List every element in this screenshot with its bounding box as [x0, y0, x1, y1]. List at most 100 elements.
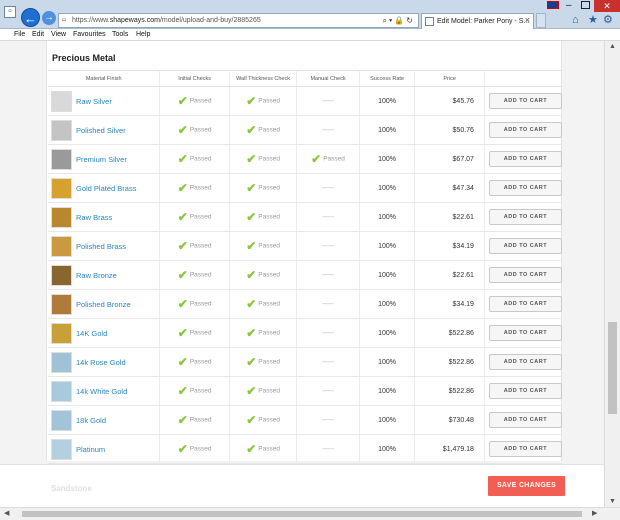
- add-to-cart-button[interactable]: ADD TO CART: [488, 267, 562, 283]
- favorites-star-icon[interactable]: ★: [588, 13, 598, 26]
- add-to-cart-button[interactable]: ADD TO CART: [488, 383, 562, 399]
- initial-check-status: Passed: [189, 184, 212, 192]
- home-icon[interactable]: ⌂: [572, 14, 579, 26]
- manual-check-status: -----: [322, 387, 334, 395]
- action-cell: ADD TO CART: [484, 202, 562, 232]
- material-name-link[interactable]: Raw Bronze: [76, 271, 117, 280]
- table-row: Polished Brass ✔ Passed ✔ Passed ----- 100…: [48, 231, 562, 261]
- material-cell: 14k Rose Gold: [48, 347, 161, 377]
- material-name-link[interactable]: 14k White Gold: [76, 387, 127, 396]
- scroll-right-arrow-icon[interactable]: ▶: [592, 509, 597, 517]
- vertical-scroll-thumb[interactable]: [608, 322, 617, 414]
- material-thumbnail[interactable]: [51, 206, 72, 228]
- menu-help[interactable]: Help: [136, 29, 150, 41]
- material-name-link[interactable]: Raw Silver: [76, 97, 112, 106]
- browser-tab[interactable]: Edit Model: Parker Pony - S... ×: [421, 13, 534, 29]
- material-name-link[interactable]: Polished Bronze: [76, 300, 131, 309]
- minimize-icon[interactable]: –: [566, 0, 572, 11]
- lock-icon[interactable]: 🔒: [394, 16, 406, 25]
- material-thumbnail[interactable]: [51, 351, 72, 373]
- add-to-cart-button[interactable]: ADD TO CART: [488, 441, 562, 457]
- add-to-cart-button[interactable]: ADD TO CART: [488, 122, 562, 138]
- manual-check-cell: -----: [296, 173, 360, 203]
- section-title: Precious Metal: [52, 53, 116, 63]
- new-tab-button[interactable]: [536, 13, 546, 28]
- menu-file[interactable]: File: [14, 29, 25, 41]
- wall-check-status: Passed: [258, 97, 280, 105]
- close-icon[interactable]: ✕: [594, 0, 620, 12]
- material-name-link[interactable]: Polished Silver: [76, 126, 126, 135]
- scroll-left-arrow-icon[interactable]: ◀: [4, 509, 9, 517]
- material-name-link[interactable]: Gold Plated Brass: [76, 184, 136, 193]
- add-to-cart-button[interactable]: ADD TO CART: [488, 151, 562, 167]
- menu-tools[interactable]: Tools: [112, 29, 128, 41]
- initial-check-status: Passed: [189, 97, 212, 105]
- save-changes-button[interactable]: SAVE CHANGES: [488, 476, 565, 496]
- vertical-scrollbar[interactable]: ▲ ▼: [604, 41, 620, 507]
- success-rate: 100%: [359, 173, 416, 203]
- add-to-cart-button[interactable]: ADD TO CART: [488, 180, 562, 196]
- material-name-link[interactable]: 14K Gold: [76, 329, 107, 338]
- wall-check-status: Passed: [258, 358, 280, 366]
- material-thumbnail[interactable]: [51, 148, 72, 170]
- material-name-link[interactable]: 18k Gold: [76, 416, 106, 425]
- initial-check-cell: ✔ Passed: [159, 347, 230, 377]
- maximize-icon[interactable]: [581, 1, 590, 9]
- horizontal-scroll-thumb[interactable]: [22, 511, 582, 517]
- refresh-icon[interactable]: ↻: [406, 16, 415, 25]
- add-to-cart-button[interactable]: ADD TO CART: [488, 325, 562, 341]
- add-to-cart-button[interactable]: ADD TO CART: [488, 354, 562, 370]
- material-name-link[interactable]: Premium Silver: [76, 155, 127, 164]
- add-to-cart-button[interactable]: ADD TO CART: [488, 412, 562, 428]
- menu-view[interactable]: View: [51, 29, 66, 41]
- material-name-link[interactable]: 14k Rose Gold: [76, 358, 126, 367]
- checkmark-icon: ✔: [246, 326, 257, 340]
- add-to-cart-button[interactable]: ADD TO CART: [488, 296, 562, 312]
- menu-edit[interactable]: Edit: [32, 29, 44, 41]
- action-cell: ADD TO CART: [484, 115, 562, 145]
- material-name-link[interactable]: Raw Brass: [76, 213, 112, 222]
- material-thumbnail[interactable]: [51, 177, 72, 199]
- price: $47.34: [414, 173, 485, 203]
- material-thumbnail[interactable]: [51, 380, 72, 402]
- material-name-link[interactable]: Polished Brass: [76, 242, 126, 251]
- material-thumbnail[interactable]: [51, 322, 72, 344]
- scroll-down-arrow-icon[interactable]: ▼: [609, 498, 616, 505]
- language-flag-icon: [547, 1, 559, 9]
- wall-check-cell: ✔ Passed: [229, 231, 298, 261]
- material-cell: Premium Silver: [48, 144, 161, 174]
- horizontal-scrollbar[interactable]: ◀ ▶: [0, 507, 620, 520]
- scroll-up-arrow-icon[interactable]: ▲: [609, 43, 616, 50]
- add-to-cart-button[interactable]: ADD TO CART: [488, 93, 562, 109]
- initial-check-status: Passed: [189, 300, 212, 308]
- material-name-link[interactable]: Platinum: [76, 445, 105, 454]
- column-header: Manual Check: [296, 70, 360, 87]
- material-thumbnail[interactable]: [51, 409, 72, 431]
- page-content: Precious Metal Material Finish Initial C…: [0, 41, 604, 507]
- back-arrow-icon[interactable]: ←: [21, 8, 40, 27]
- address-url[interactable]: https://www.shapeways.com/model/upload-a…: [72, 15, 261, 27]
- checkmark-icon: ✔: [246, 123, 257, 137]
- forward-arrow-icon[interactable]: →: [42, 11, 56, 25]
- initial-check-cell: ✔ Passed: [159, 376, 230, 406]
- manual-check-cell: ✔ Passed: [296, 144, 360, 174]
- material-thumbnail[interactable]: [51, 235, 72, 257]
- checkmark-icon: ✔: [177, 123, 188, 137]
- add-to-cart-button[interactable]: ADD TO CART: [488, 238, 562, 254]
- tab-close-icon[interactable]: ×: [525, 15, 530, 25]
- address-bar[interactable]: ▫ https://www.shapeways.com/model/upload…: [58, 13, 419, 28]
- initial-check-cell: ✔ Passed: [159, 173, 230, 203]
- material-cell: Raw Brass: [48, 202, 161, 232]
- menu-favourites[interactable]: Favourites: [73, 29, 106, 41]
- material-thumbnail[interactable]: [51, 264, 72, 286]
- material-thumbnail[interactable]: [51, 293, 72, 315]
- material-thumbnail[interactable]: [51, 438, 72, 460]
- material-thumbnail[interactable]: [51, 90, 72, 112]
- material-cell: 14k White Gold: [48, 376, 161, 406]
- add-to-cart-button[interactable]: ADD TO CART: [488, 209, 562, 225]
- success-rate: 100%: [359, 86, 416, 116]
- initial-check-cell: ✔ Passed: [159, 202, 230, 232]
- gear-icon[interactable]: ⚙: [603, 13, 613, 26]
- wall-check-status: Passed: [258, 213, 280, 221]
- material-thumbnail[interactable]: [51, 119, 72, 141]
